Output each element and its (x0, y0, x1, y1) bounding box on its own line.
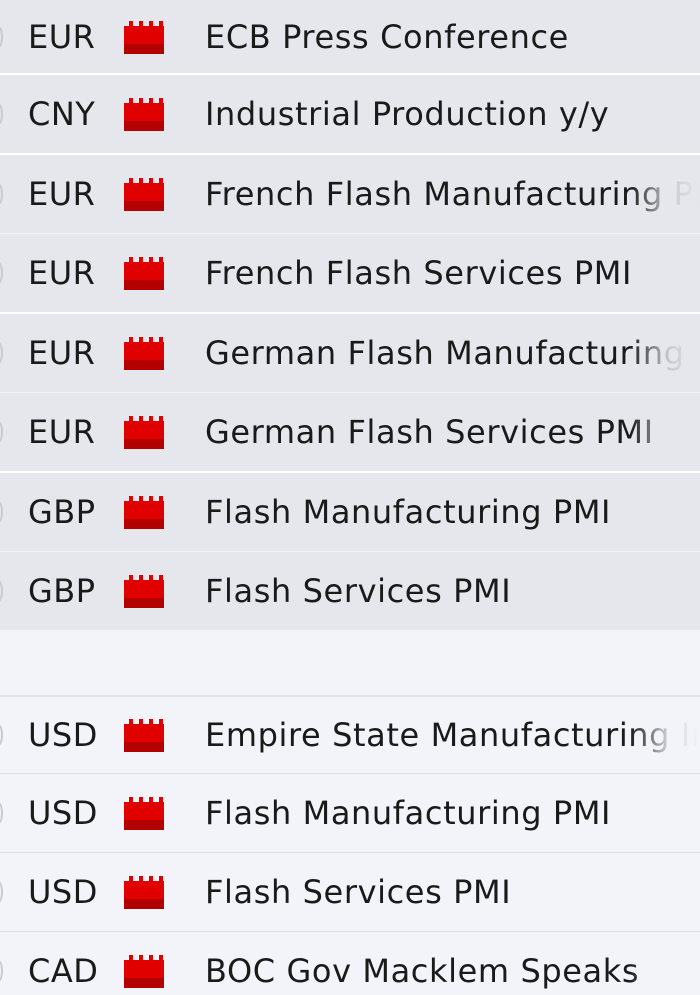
event-name: BOC Gov Macklem Speaks (205, 952, 640, 990)
row-edge-marker (0, 960, 3, 982)
event-name: French Flash Manufacturing PMI (205, 175, 700, 213)
currency-label: USD (28, 873, 98, 911)
currency-label: CAD (28, 952, 99, 990)
event-name: German Flash Services PMI (205, 413, 654, 451)
high-impact-icon (124, 719, 164, 752)
event-row[interactable]: EUR German Flash Manufacturing PMI (0, 312, 700, 392)
event-row[interactable]: CAD BOC Gov Macklem Speaks (0, 931, 700, 995)
row-edge-marker (0, 25, 3, 48)
high-impact-icon (124, 496, 164, 529)
event-row[interactable]: CNY Industrial Production y/y (0, 73, 700, 153)
high-impact-icon (124, 575, 164, 608)
row-edge-marker (0, 262, 3, 284)
event-name: French Flash Services PMI (205, 254, 633, 292)
currency-label: USD (28, 794, 98, 832)
event-row[interactable]: USD Empire State Manufacturing Index (0, 697, 700, 773)
high-impact-icon (124, 257, 164, 290)
row-edge-marker (0, 183, 3, 205)
event-name: Flash Manufacturing PMI (205, 794, 612, 832)
row-edge-marker (0, 881, 3, 903)
event-row[interactable]: USD Flash Manufacturing PMI (0, 773, 700, 852)
event-group-2: USD Empire State Manufacturing Index USD… (0, 697, 700, 995)
currency-label: GBP (28, 572, 96, 610)
event-row[interactable]: EUR French Flash Services PMI (0, 233, 700, 312)
high-impact-icon (124, 178, 164, 211)
event-row[interactable]: EUR German Flash Services PMI (0, 392, 700, 471)
high-impact-icon (124, 416, 164, 449)
event-name: Industrial Production y/y (205, 95, 610, 133)
day-separator (0, 630, 700, 697)
row-edge-marker (0, 342, 3, 364)
event-name: Flash Services PMI (205, 873, 512, 911)
event-row[interactable]: GBP Flash Manufacturing PMI (0, 471, 700, 551)
currency-label: GBP (28, 493, 96, 531)
row-edge-marker (0, 103, 3, 125)
event-row[interactable]: EUR French Flash Manufacturing PMI (0, 153, 700, 233)
high-impact-icon (124, 20, 164, 54)
high-impact-icon (124, 797, 164, 830)
event-row[interactable]: GBP Flash Services PMI (0, 551, 700, 630)
event-name: Flash Services PMI (205, 572, 512, 610)
currency-label: EUR (28, 175, 96, 213)
high-impact-icon (124, 876, 164, 909)
row-edge-marker (0, 802, 3, 824)
row-edge-marker (0, 580, 3, 602)
high-impact-icon (124, 955, 164, 988)
high-impact-icon (124, 337, 164, 370)
currency-label: USD (28, 716, 98, 754)
row-edge-marker (0, 421, 3, 443)
currency-label: EUR (28, 254, 96, 292)
currency-label: CNY (28, 95, 96, 133)
event-name: ECB Press Conference (205, 17, 569, 56)
currency-label: EUR (28, 413, 96, 451)
economic-calendar: EUR ECB Press Conference CNY Industrial … (0, 0, 700, 995)
event-group-1: EUR ECB Press Conference CNY Industrial … (0, 0, 700, 630)
event-row[interactable]: EUR ECB Press Conference (0, 0, 700, 73)
event-name: German Flash Manufacturing PMI (205, 334, 700, 372)
event-name: Empire State Manufacturing Index (205, 716, 700, 754)
event-row[interactable]: USD Flash Services PMI (0, 852, 700, 931)
currency-label: EUR (28, 17, 96, 56)
currency-label: EUR (28, 334, 96, 372)
row-edge-marker (0, 724, 3, 746)
row-edge-marker (0, 501, 3, 523)
event-name: Flash Manufacturing PMI (205, 493, 612, 531)
high-impact-icon (124, 98, 164, 131)
